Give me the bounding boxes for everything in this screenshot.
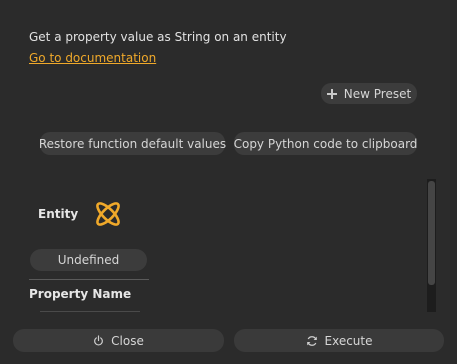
copy-python-code-button[interactable]: Copy Python code to clipboard <box>234 132 417 155</box>
function-description: Get a property value as String on an ent… <box>29 30 287 44</box>
execute-label: Execute <box>324 333 373 348</box>
params-scrollbar[interactable] <box>427 179 436 312</box>
restore-defaults-button[interactable]: Restore function default values <box>38 132 227 155</box>
entity-value: Undefined <box>57 253 120 267</box>
entity-selector-button[interactable]: Undefined <box>30 249 147 271</box>
entity-icon <box>96 202 120 226</box>
property-name-label: Property Name <box>29 287 132 301</box>
close-label: Close <box>111 333 144 348</box>
new-preset-button[interactable]: New Preset <box>321 83 417 104</box>
documentation-link[interactable]: Go to documentation <box>29 51 156 65</box>
execute-button[interactable]: Execute <box>234 329 444 352</box>
new-preset-label: New Preset <box>343 86 412 101</box>
property-name-field-edge <box>40 311 140 312</box>
entity-param-label: Entity <box>38 207 79 221</box>
restore-defaults-label: Restore function default values <box>38 136 227 151</box>
plus-icon <box>326 88 337 99</box>
refresh-icon <box>306 335 318 347</box>
copy-python-code-label: Copy Python code to clipboard <box>233 136 418 151</box>
params-scrollbar-thumb[interactable] <box>428 181 435 285</box>
power-icon <box>93 335 104 346</box>
close-button[interactable]: Close <box>13 329 224 352</box>
param-separator <box>29 279 149 280</box>
